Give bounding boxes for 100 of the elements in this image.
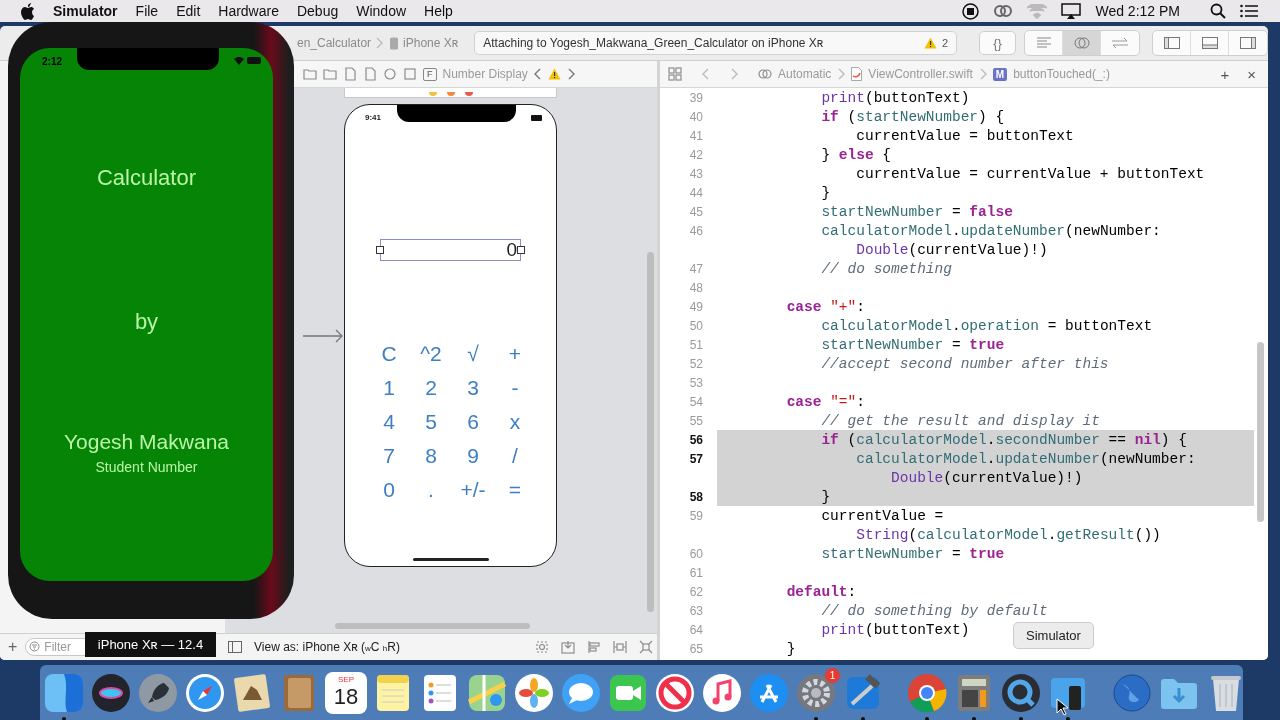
menu-item[interactable]: Debug xyxy=(296,3,339,19)
scrollbar-thumb[interactable] xyxy=(335,623,530,629)
flower-icon[interactable] xyxy=(513,671,555,714)
clock[interactable]: Wed 2:12 PM xyxy=(1095,3,1180,19)
calculator-key[interactable]: C xyxy=(367,337,411,371)
calculator-key[interactable]: 4 xyxy=(367,405,411,439)
menu-item[interactable]: Edit xyxy=(176,3,201,19)
warning-icon[interactable] xyxy=(923,37,937,49)
jump-bar-item[interactable]: ViewController.swift xyxy=(868,67,973,81)
menu-item[interactable]: Help xyxy=(424,3,453,19)
resize-handle[interactable] xyxy=(517,246,525,254)
swift-file-icon[interactable] xyxy=(851,67,863,81)
record-icon[interactable] xyxy=(962,2,980,20)
line-number: 48 xyxy=(688,280,703,295)
add-editor-button[interactable]: + xyxy=(1220,65,1230,83)
linked-circles-icon[interactable] xyxy=(758,67,772,81)
calculator-key[interactable]: . xyxy=(411,473,451,507)
line-number: 58 xyxy=(688,489,703,504)
document-icon[interactable] xyxy=(363,67,377,81)
slash-circle-icon[interactable] xyxy=(654,671,696,714)
entry-arrow xyxy=(303,329,344,343)
calculator-key[interactable]: 7 xyxy=(367,439,411,473)
assistant-editor-button[interactable] xyxy=(1063,31,1102,55)
cloud-icon[interactable] xyxy=(993,3,1014,19)
scrollbar-thumb[interactable] xyxy=(1257,342,1264,522)
scheme-name[interactable]: en_Calculator xyxy=(297,36,372,50)
resolve-icon[interactable] xyxy=(639,640,653,654)
grid-icon[interactable] xyxy=(668,67,682,81)
calculator-key[interactable]: ^2 xyxy=(411,337,451,371)
code-line: currentValue = currentValue + buttonText xyxy=(856,165,1205,182)
rocket-icon[interactable] xyxy=(137,671,179,714)
jump-bar-item[interactable]: Number Display xyxy=(442,67,528,81)
constraints-icon[interactable] xyxy=(613,640,627,654)
scrollbar-thumb[interactable] xyxy=(647,252,654,612)
add-button[interactable]: + xyxy=(8,638,18,656)
segmented-ring-icon[interactable] xyxy=(906,671,948,714)
folder-icon[interactable] xyxy=(323,67,337,81)
ring-icon[interactable] xyxy=(1000,671,1042,714)
jump-bar-item[interactable]: buttonTouched(_:) xyxy=(1013,67,1110,81)
chevron-left-icon[interactable] xyxy=(533,68,542,80)
warning-icon[interactable] xyxy=(547,68,561,80)
globe-icon[interactable] xyxy=(1111,671,1153,714)
line-number: 44 xyxy=(688,185,703,200)
list-icon[interactable] xyxy=(1240,4,1258,18)
line-number: 43 xyxy=(688,166,703,181)
split-square-icon[interactable] xyxy=(43,671,85,714)
calculator-key[interactable]: +/- xyxy=(451,473,495,507)
app-menu[interactable]: Simulator xyxy=(53,3,118,19)
calculator-key[interactable]: 9 xyxy=(451,439,495,473)
orb-icon[interactable] xyxy=(90,671,132,714)
speech-bubble-icon[interactable] xyxy=(560,671,602,714)
resize-handle[interactable] xyxy=(376,246,384,254)
embed-icon[interactable] xyxy=(561,640,575,654)
calculator-key[interactable]: 1 xyxy=(367,371,411,405)
zoom-frame-icon[interactable] xyxy=(535,640,549,654)
phone-icon xyxy=(389,36,400,50)
gear-icon[interactable] xyxy=(795,671,837,714)
align-icon[interactable] xyxy=(587,640,601,654)
calculator-key[interactable]: x xyxy=(495,405,535,439)
dock-tooltip: Simulator xyxy=(1013,622,1094,649)
code-line: Double(currentValue)!) xyxy=(856,241,1048,258)
calculator-key[interactable]: 3 xyxy=(451,371,495,405)
device-name[interactable]: iPhone Xʀ xyxy=(403,36,459,50)
calculator-key[interactable]: 2 xyxy=(411,371,451,405)
calculator-key[interactable]: + xyxy=(495,337,535,371)
jump-bar-item[interactable]: Automatic xyxy=(778,67,832,81)
menu-item[interactable]: Hardware xyxy=(218,3,279,19)
calculator-key[interactable]: - xyxy=(495,371,535,405)
code-line: calculatorModel.updateNumber(newNumber: xyxy=(856,450,1196,467)
circle-icon[interactable] xyxy=(383,67,397,81)
calculator-key[interactable]: √ xyxy=(451,337,495,371)
line-number: 52 xyxy=(688,356,703,371)
document-icon[interactable] xyxy=(343,67,357,81)
menu-item[interactable]: Window xyxy=(356,3,407,19)
search-icon[interactable] xyxy=(1210,3,1226,19)
library-button[interactable]: {} xyxy=(979,31,1017,55)
compass-icon[interactable] xyxy=(184,671,226,714)
app-title: Calculator xyxy=(96,164,196,192)
code-line: Double(currentValue)!) xyxy=(891,469,1083,486)
square-icon[interactable] xyxy=(403,67,417,81)
chevron-right-icon[interactable] xyxy=(566,68,575,80)
music-note-icon[interactable] xyxy=(701,671,743,714)
calculator-key[interactable]: / xyxy=(495,439,535,473)
calculator-key[interactable]: 6 xyxy=(451,405,495,439)
apple-icon[interactable] xyxy=(20,2,35,20)
close-button[interactable]: × xyxy=(1247,65,1256,83)
calculator-key[interactable]: 0 xyxy=(367,473,411,507)
line-number: 65 xyxy=(688,641,703,656)
calculator-key[interactable]: = xyxy=(495,473,535,507)
line-number: 45 xyxy=(688,204,703,219)
calendar-icon[interactable]: SEP 18 xyxy=(325,671,367,714)
menu-item[interactable]: File xyxy=(135,3,159,19)
calculator-key[interactable]: 8 xyxy=(411,439,451,473)
display-icon[interactable] xyxy=(1061,3,1082,19)
code-line: case "+": xyxy=(786,298,865,315)
folder-icon[interactable] xyxy=(303,67,317,81)
sidebar-icon[interactable] xyxy=(228,641,242,653)
calculator-key[interactable]: 5 xyxy=(411,405,451,439)
code-line: // get the result and display it xyxy=(821,412,1100,429)
code-line: case "=": xyxy=(786,393,865,410)
